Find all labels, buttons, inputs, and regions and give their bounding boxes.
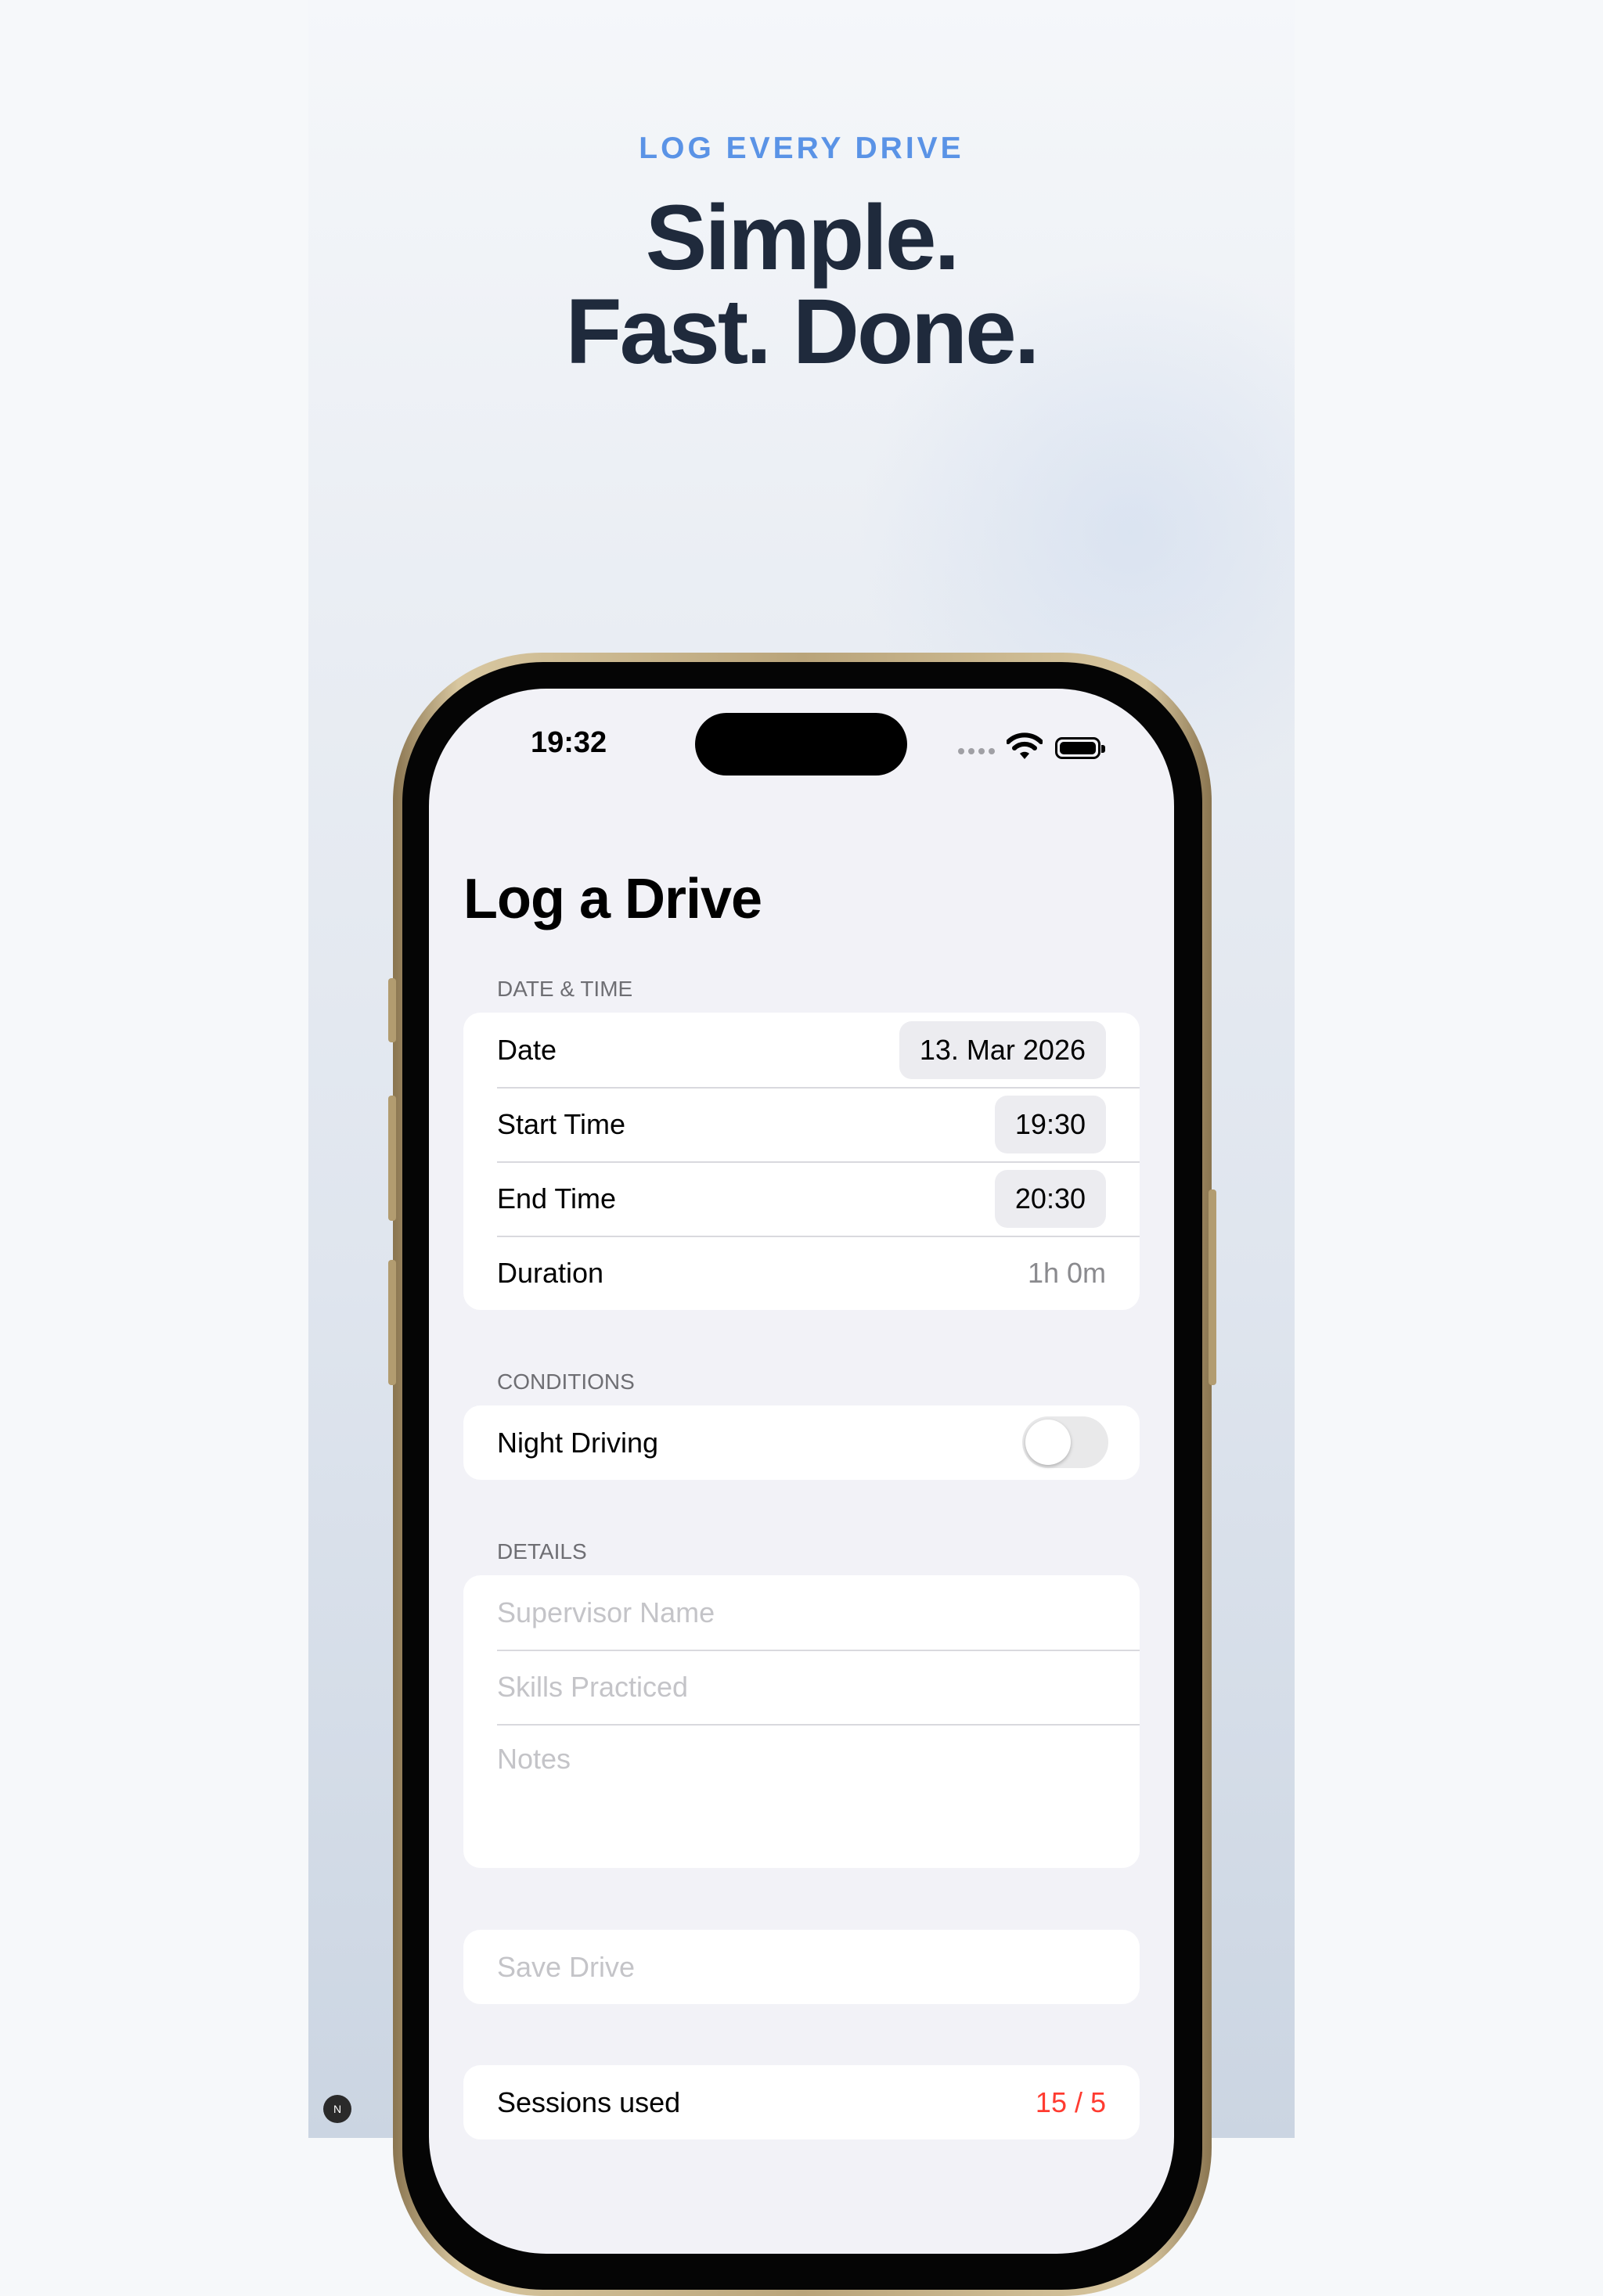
promo-headline-line-2: Fast. Done. — [565, 280, 1040, 383]
phone-screen: 19:32 Log a Drive DATE & TIME Date 13. M… — [429, 689, 1174, 2254]
promo-headline: Simple. Fast. Done. — [308, 191, 1295, 379]
wifi-icon — [1007, 732, 1043, 759]
sessions-used-value: 15 / 5 — [1035, 2086, 1106, 2118]
duration-row: Duration 1h 0m — [463, 1236, 1140, 1310]
start-time-picker-button[interactable]: 19:30 — [994, 1096, 1106, 1153]
supervisor-name-placeholder: Supervisor Name — [497, 1596, 715, 1628]
end-time-picker-button[interactable]: 20:30 — [994, 1170, 1106, 1228]
volume-up-button — [388, 1096, 396, 1221]
status-icons — [958, 732, 1115, 764]
sessions-used-label: Sessions used — [497, 2086, 681, 2118]
save-card: Save Drive — [463, 1930, 1140, 2004]
skills-practiced-field[interactable]: Skills Practiced — [463, 1650, 1140, 1724]
promo-headline-line-1: Simple. — [645, 186, 960, 290]
sessions-used-row: Sessions used 15 / 5 — [463, 2065, 1140, 2139]
end-time-row: End Time 20:30 — [463, 1161, 1140, 1236]
corner-badge: N — [323, 2095, 351, 2123]
skills-practiced-placeholder: Skills Practiced — [497, 1671, 689, 1703]
end-time-label: End Time — [497, 1182, 617, 1215]
date-label: Date — [497, 1034, 557, 1066]
night-driving-row: Night Driving — [463, 1405, 1140, 1480]
save-drive-label: Save Drive — [497, 1951, 636, 1983]
start-time-row: Start Time 19:30 — [463, 1087, 1140, 1161]
night-driving-toggle[interactable] — [1022, 1416, 1108, 1468]
page-title: Log a Drive — [463, 868, 762, 930]
date-time-card: Date 13. Mar 2026 Start Time 19:30 End T… — [463, 1013, 1140, 1310]
notes-placeholder: Notes — [497, 1743, 571, 1775]
start-time-label: Start Time — [497, 1108, 626, 1140]
duration-value: 1h 0m — [1027, 1257, 1106, 1289]
duration-label: Duration — [497, 1257, 604, 1289]
status-time: 19:32 — [531, 726, 607, 759]
promo-eyebrow: LOG EVERY DRIVE — [639, 131, 964, 165]
details-card: Supervisor Name Skills Practiced Notes — [463, 1575, 1140, 1868]
night-driving-label: Night Driving — [497, 1427, 659, 1459]
notes-field[interactable]: Notes — [463, 1724, 1140, 1868]
side-button — [1209, 1189, 1216, 1385]
action-button — [388, 978, 396, 1042]
cellular-dots-icon — [958, 748, 997, 754]
usage-card: Sessions used 15 / 5 — [463, 2065, 1140, 2139]
date-row: Date 13. Mar 2026 — [463, 1013, 1140, 1087]
supervisor-name-field[interactable]: Supervisor Name — [463, 1575, 1140, 1650]
volume-down-button — [388, 1260, 396, 1385]
save-drive-button[interactable]: Save Drive — [463, 1930, 1140, 2004]
section-header-conditions: CONDITIONS — [497, 1369, 635, 1394]
section-header-date-time: DATE & TIME — [497, 977, 633, 1001]
date-picker-button[interactable]: 13. Mar 2026 — [899, 1021, 1106, 1079]
dynamic-island — [695, 713, 907, 776]
section-header-details: DETAILS — [497, 1539, 587, 1564]
battery-icon — [1055, 737, 1105, 759]
toggle-knob — [1025, 1420, 1071, 1465]
conditions-card: Night Driving — [463, 1405, 1140, 1480]
